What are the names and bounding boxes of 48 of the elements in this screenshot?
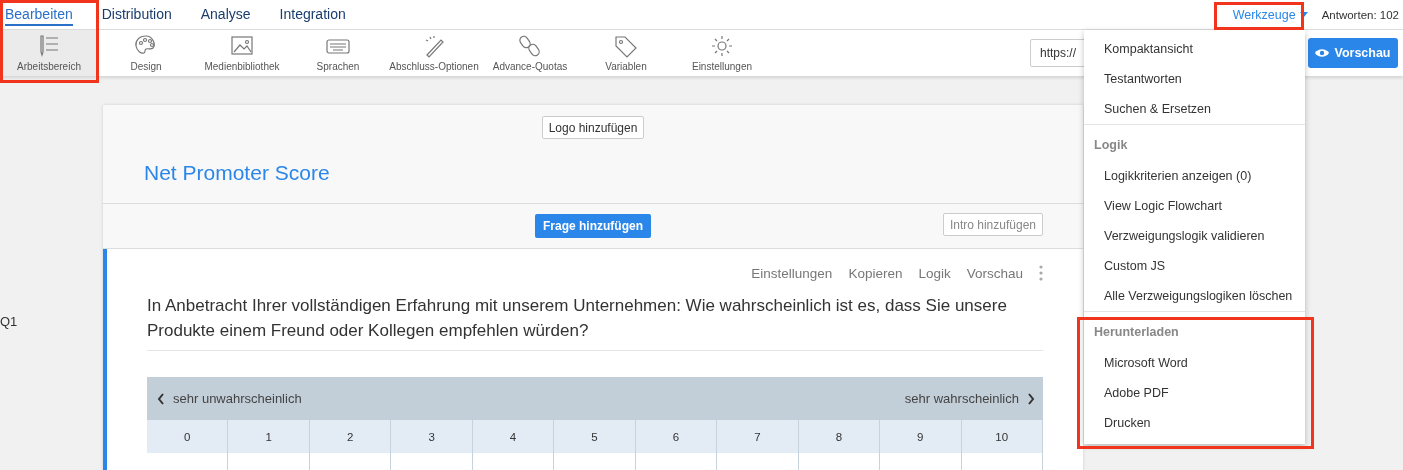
nav-tab[interactable]: Bearbeiten xyxy=(5,3,73,26)
menu-item[interactable]: View Logic Flowchart xyxy=(1084,191,1305,221)
image-icon xyxy=(229,34,255,58)
toolbar-button[interactable]: Advance-Quotas xyxy=(482,30,578,76)
menu-item[interactable]: Adobe PDF xyxy=(1084,378,1305,408)
tools-dropdown[interactable]: Werkzeuge xyxy=(1222,7,1308,22)
add-intro-button[interactable]: Intro hinzufügen xyxy=(942,213,1043,236)
nav-tab[interactable]: Analyse xyxy=(200,3,251,26)
toolbar-button[interactable]: Einstellungen xyxy=(674,30,770,76)
toolbar-button[interactable]: Arbeitsbereich xyxy=(0,30,98,76)
menu-item[interactable]: Logikkriterien anzeigen (0) xyxy=(1084,161,1305,191)
menu-item[interactable]: Suchen & Ersetzen xyxy=(1084,94,1305,124)
menu-section-header: Logik xyxy=(1084,124,1305,161)
more-options-icon[interactable] xyxy=(1039,265,1043,281)
menu-item[interactable]: Drucken xyxy=(1084,408,1305,438)
question-action-link[interactable]: Kopieren xyxy=(848,265,903,281)
caret-icon xyxy=(1299,12,1308,17)
nav-tab[interactable]: Integration xyxy=(279,3,346,26)
toolbar-button[interactable]: Variablen xyxy=(578,30,674,76)
menu-item[interactable]: Custom JS xyxy=(1084,251,1305,281)
eye-icon xyxy=(1315,48,1330,58)
chevron-right-icon xyxy=(1027,392,1035,405)
add-logo-button[interactable]: Logo hinzufügen xyxy=(541,116,645,139)
scale-high-label: sehr wahrscheinlich xyxy=(904,391,1019,406)
question-action-link[interactable]: Einstellungen xyxy=(751,265,833,281)
toolbar-button[interactable]: Sprachen xyxy=(290,30,386,76)
menu-item[interactable]: Alle Verzweigungslogiken löschen xyxy=(1084,281,1305,311)
menu-item[interactable]: Microsoft Word xyxy=(1084,348,1305,378)
scale-low-label: sehr unwahrscheinlich xyxy=(173,391,302,406)
menu-item[interactable]: Testantworten xyxy=(1084,64,1305,94)
chain-link-icon xyxy=(517,34,543,58)
menu-item[interactable]: Kompaktansicht xyxy=(1084,34,1305,64)
question-number: Q1 xyxy=(0,313,19,331)
add-question-button[interactable]: Frage hinzufügen xyxy=(535,214,651,238)
preview-button[interactable]: Vorschau xyxy=(1308,38,1398,68)
toolbar-button[interactable]: Abschluss-Optionen xyxy=(386,30,482,76)
question-text: In Anbetracht Ihrer vollständigen Erfahrung mit unserem Unternehmen: Wie wahrscheinlich ist es, dass Sie unsere Produkte einem Freund oder Kollegen empfehlen würden? xyxy=(147,293,1043,351)
chevron-left-icon xyxy=(157,392,165,405)
question-action-link[interactable]: Logik xyxy=(918,265,951,281)
question-action-link[interactable]: Vorschau xyxy=(966,265,1023,281)
toolbar-button[interactable]: Medienbibliothek xyxy=(194,30,290,76)
toolbar-button[interactable]: Design xyxy=(98,30,194,76)
nav-tab[interactable]: Distribution xyxy=(101,3,172,26)
response-count: Antworten: 102 xyxy=(1321,8,1399,21)
menu-item[interactable]: Verzweigungslogik validieren xyxy=(1084,221,1305,251)
menu-section-header: Herunterladen xyxy=(1084,311,1305,348)
settings-icon xyxy=(709,34,735,58)
tag-icon xyxy=(613,34,639,58)
